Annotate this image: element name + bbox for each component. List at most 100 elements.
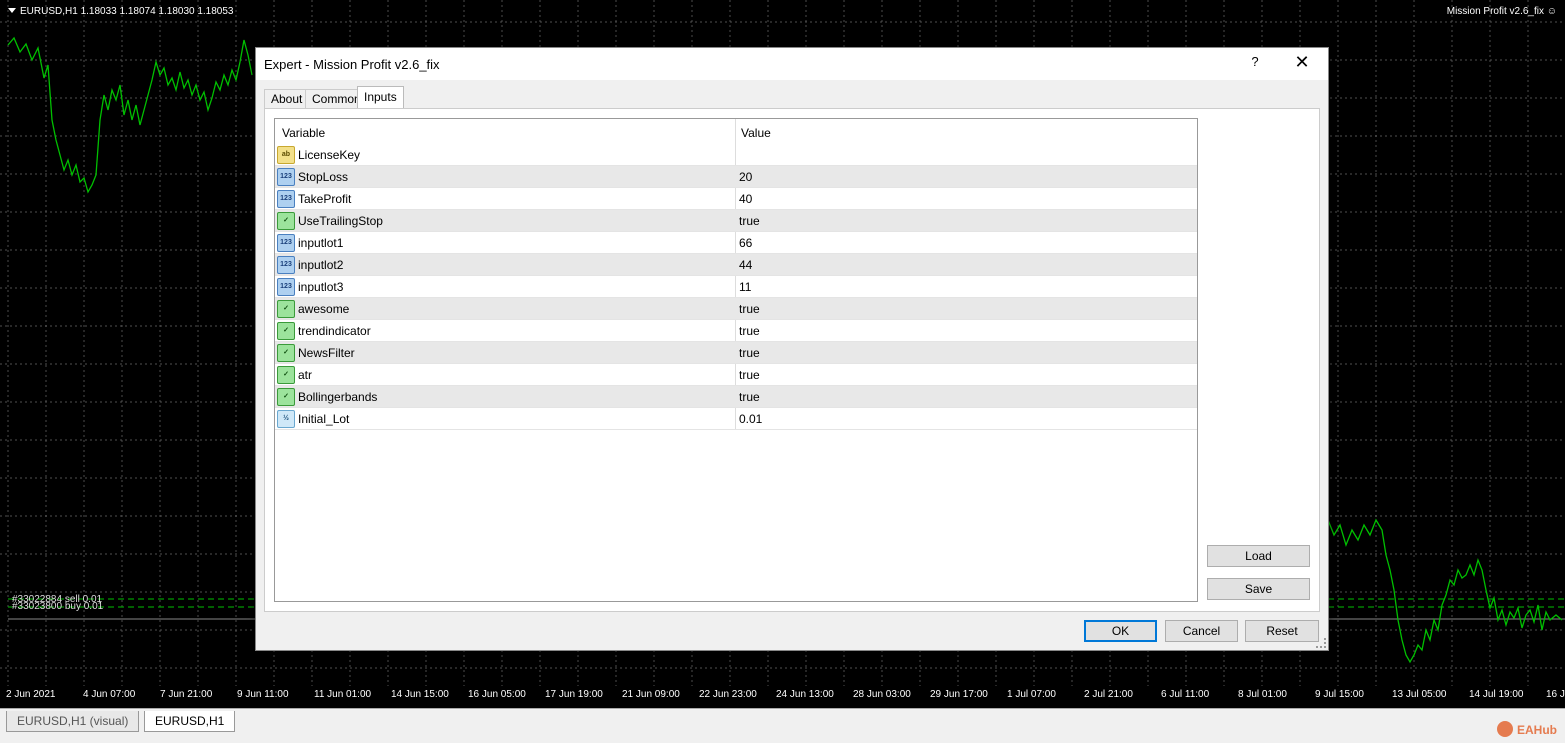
input-value-field[interactable]: true [739, 368, 760, 382]
input-row[interactable]: 123 inputlot3 11 [275, 276, 1197, 298]
expert-properties-dialog: Expert - Mission Profit v2.6_fix ? ✕ Abo… [255, 47, 1329, 651]
bool-icon: ✓ [277, 366, 295, 384]
smiley-icon: ☺ [1546, 6, 1557, 17]
input-variable-name: Bollingerbands [298, 390, 378, 404]
dialog-title: Expert - Mission Profit v2.6_fix [264, 57, 440, 72]
help-button[interactable]: ? [1246, 54, 1264, 69]
input-row[interactable]: 123 inputlot2 44 [275, 254, 1197, 276]
time-tick-label: 16 Jun 05:00 [468, 689, 526, 700]
price-series-right [1327, 518, 1563, 664]
input-variable-name: inputlot3 [298, 280, 344, 294]
input-value-field[interactable]: true [739, 214, 760, 228]
input-value-field[interactable]: true [739, 346, 760, 360]
time-tick-label: 14 Jul 19:00 [1469, 689, 1524, 700]
input-row[interactable]: 123 inputlot1 66 [275, 232, 1197, 254]
close-icon[interactable]: ✕ [1292, 52, 1312, 73]
input-row[interactable]: ✓ Bollingerbands true [275, 386, 1197, 408]
integer-icon: 123 [277, 256, 295, 274]
input-row[interactable]: 123 StopLoss 20 [275, 166, 1197, 188]
integer-icon: 123 [277, 190, 295, 208]
input-row[interactable]: ✓ awesome true [275, 298, 1197, 320]
ok-button[interactable]: OK [1084, 620, 1157, 642]
ea-name-text: Mission Profit v2.6_fix [1446, 6, 1544, 17]
chart-tab-eurusd[interactable]: EURUSD,H1 [144, 711, 236, 732]
input-value-field[interactable]: 44 [739, 258, 752, 272]
input-variable-name: atr [298, 368, 313, 382]
time-tick-label: 16 Jul [1546, 689, 1565, 700]
time-tick-label: 6 Jul 11:00 [1161, 689, 1210, 700]
chart-header: EURUSD,H1 1.18033 1.18074 1.18030 1.1805… [8, 6, 234, 17]
integer-icon: 123 [277, 278, 295, 296]
input-variable-name: inputlot2 [298, 258, 344, 272]
integer-icon: 123 [277, 234, 295, 252]
input-value-field[interactable]: 20 [739, 170, 752, 184]
inputs-panel: Variable Value ab LicenseKey 123 StopLoss 20… [264, 108, 1320, 612]
input-variable-name: TakeProfit [298, 192, 352, 206]
input-variable-name: UseTrailingStop [298, 214, 383, 228]
time-tick-label: 2 Jul 21:00 [1084, 689, 1133, 700]
time-tick-label: 8 Jul 01:00 [1238, 689, 1287, 700]
input-value-field[interactable]: true [739, 324, 760, 338]
load-button[interactable]: Load [1207, 545, 1310, 567]
eahub-logo-icon [1497, 721, 1513, 737]
watermark-logo: EAHub [1497, 721, 1557, 737]
time-tick-label: 14 Jun 15:00 [391, 689, 449, 700]
chart-tab-visual[interactable]: EURUSD,H1 (visual) [6, 711, 140, 732]
reset-button[interactable]: Reset [1245, 620, 1319, 642]
integer-icon: 123 [277, 168, 295, 186]
input-row[interactable]: ab LicenseKey [275, 144, 1197, 166]
input-value-field[interactable]: true [739, 390, 760, 404]
order-label-buy: #33023800 buy 0.01 [12, 601, 104, 612]
chart-tabs-bar: EURUSD,H1 (visual) EURUSD,H1 EAHub [0, 708, 1565, 743]
input-variable-name: Initial_Lot [298, 412, 350, 426]
input-value-field[interactable]: 40 [739, 192, 752, 206]
time-tick-label: 1 Jul 07:00 [1007, 689, 1056, 700]
time-tick-label: 28 Jun 03:00 [853, 689, 911, 700]
string-icon: ab [277, 146, 295, 164]
time-tick-label: 9 Jun 11:00 [237, 689, 289, 700]
price-series-left [7, 36, 253, 194]
tab-about[interactable]: About [264, 89, 310, 109]
input-row[interactable]: ✓ NewsFilter true [275, 342, 1197, 364]
time-tick-label: 13 Jul 05:00 [1392, 689, 1447, 700]
bool-icon: ✓ [277, 344, 295, 362]
input-row[interactable]: 123 TakeProfit 40 [275, 188, 1197, 210]
input-row[interactable]: ✓ atr true [275, 364, 1197, 386]
input-variable-name: inputlot1 [298, 236, 344, 250]
time-tick-label: 22 Jun 23:00 [699, 689, 757, 700]
expert-advisor-label: Mission Profit v2.6_fix ☺ [1447, 6, 1557, 17]
time-tick-label: 21 Jun 09:00 [622, 689, 680, 700]
dropdown-triangle-icon[interactable] [8, 8, 16, 13]
cancel-button[interactable]: Cancel [1165, 620, 1238, 642]
time-tick-label: 9 Jul 15:00 [1315, 689, 1364, 700]
input-row[interactable]: ½ Initial_Lot 0.01 [275, 408, 1197, 430]
input-value-field[interactable]: 0.01 [739, 412, 762, 426]
column-variable[interactable]: Variable [282, 126, 325, 140]
resize-grip-icon[interactable] [1316, 638, 1326, 648]
input-value-field[interactable]: 11 [739, 280, 751, 294]
inputs-grid: Variable Value ab LicenseKey 123 StopLoss 20… [274, 118, 1198, 602]
input-row[interactable]: ✓ UseTrailingStop true [275, 210, 1197, 232]
column-value[interactable]: Value [741, 126, 771, 140]
save-button[interactable]: Save [1207, 578, 1310, 600]
time-tick-label: 29 Jun 17:00 [930, 689, 988, 700]
time-tick-label: 7 Jun 21:00 [160, 689, 213, 700]
symbol-quote: EURUSD,H1 1.18033 1.18074 1.18030 1.1805… [20, 6, 234, 17]
bool-icon: ✓ [277, 212, 295, 230]
time-tick-label: 24 Jun 13:00 [776, 689, 834, 700]
watermark-text: EAHub [1517, 723, 1557, 737]
input-variable-name: trendindicator [298, 324, 371, 338]
grid-header: Variable Value [275, 119, 1197, 144]
input-value-field[interactable]: 66 [739, 236, 752, 250]
tab-inputs[interactable]: Inputs [357, 86, 404, 110]
double-icon: ½ [277, 410, 295, 428]
bool-icon: ✓ [277, 300, 295, 318]
time-tick-label: 11 Jun 01:00 [314, 689, 372, 700]
dialog-titlebar[interactable]: Expert - Mission Profit v2.6_fix ? ✕ [256, 48, 1328, 80]
time-axis: 2 Jun 2021 4 Jun 07:00 7 Jun 21:00 9 Jun 11… [0, 686, 1565, 704]
time-tick-label: 2 Jun 2021 [6, 689, 56, 700]
input-row[interactable]: ✓ trendindicator true [275, 320, 1197, 342]
input-value-field[interactable]: true [739, 302, 760, 316]
input-variable-name: awesome [298, 302, 350, 316]
input-variable-name: LicenseKey [298, 148, 361, 162]
